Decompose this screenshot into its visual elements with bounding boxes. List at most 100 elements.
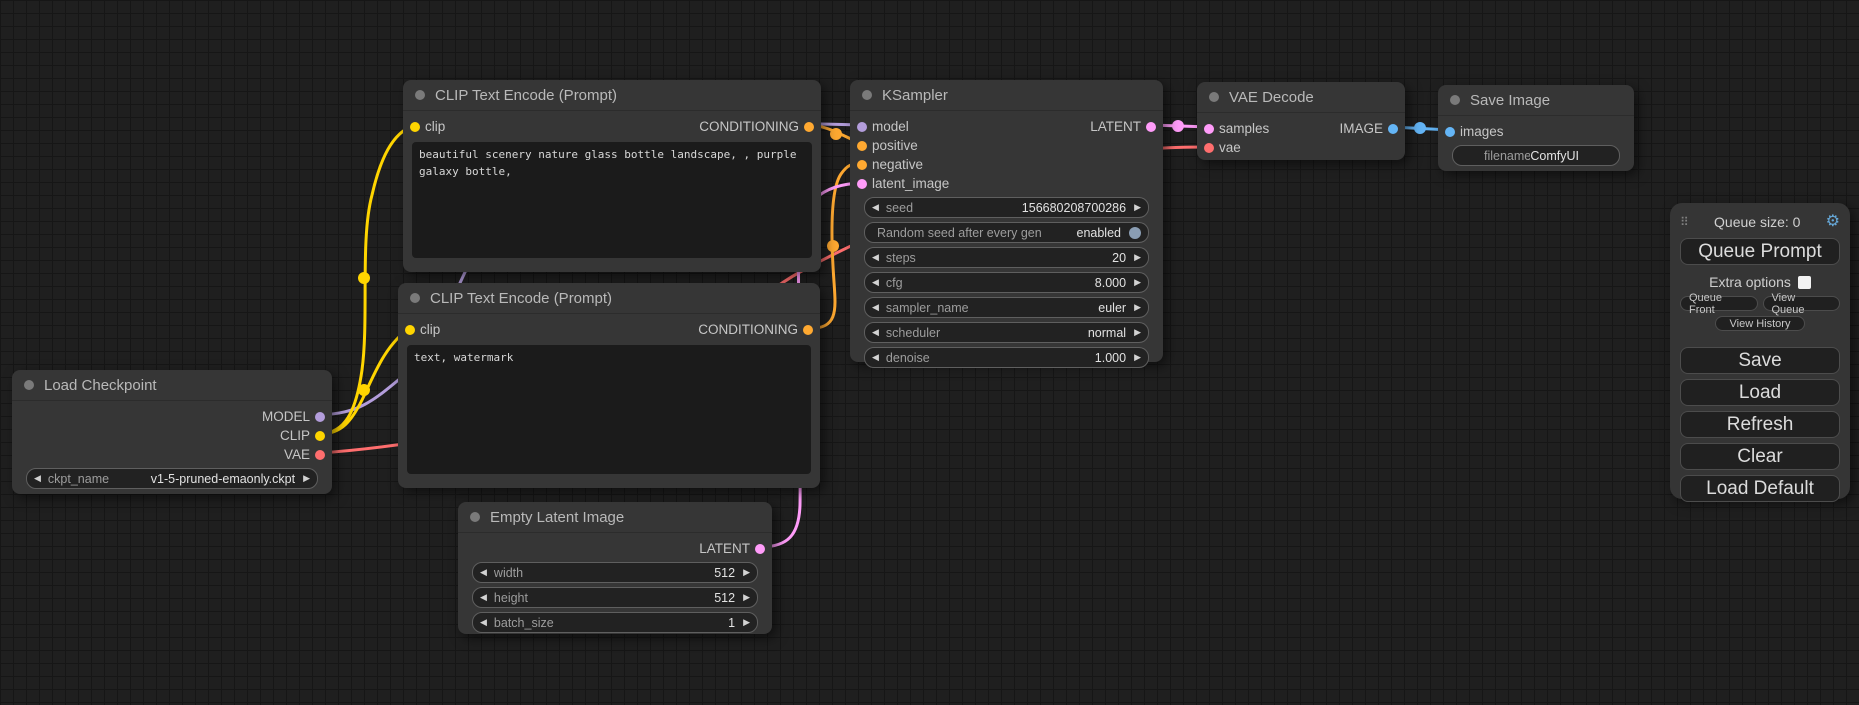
slot-label: vae bbox=[1219, 140, 1241, 155]
positive-input-slot[interactable] bbox=[857, 141, 867, 151]
queue-size-label: Queue size: 0 bbox=[1689, 214, 1826, 230]
images-input-slot[interactable] bbox=[1445, 127, 1455, 137]
conditioning-output-slot[interactable] bbox=[804, 122, 814, 132]
batch-size-widget[interactable]: ◀ batch_size 1 ▶ bbox=[472, 612, 758, 633]
increment-icon[interactable]: ▶ bbox=[1134, 328, 1141, 337]
node-canvas[interactable]: CLIP Text Encode (Prompt) clip CONDITION… bbox=[0, 0, 1859, 705]
increment-icon[interactable]: ▶ bbox=[303, 474, 310, 483]
decrement-icon[interactable]: ◀ bbox=[872, 353, 879, 362]
slot-label: LATENT bbox=[1090, 119, 1141, 134]
collapse-dot-icon[interactable] bbox=[862, 90, 872, 100]
clip-output-slot[interactable] bbox=[315, 431, 325, 441]
model-input-slot[interactable] bbox=[857, 122, 867, 132]
increment-icon[interactable]: ▶ bbox=[743, 568, 750, 577]
scheduler-widget[interactable]: ◀ scheduler normal ▶ bbox=[864, 322, 1149, 343]
settings-gear-icon[interactable]: ⚙ bbox=[1826, 214, 1840, 230]
increment-icon[interactable]: ▶ bbox=[743, 618, 750, 627]
decrement-icon[interactable]: ◀ bbox=[872, 203, 879, 212]
collapse-dot-icon[interactable] bbox=[470, 512, 480, 522]
conditioning-output-slot[interactable] bbox=[803, 325, 813, 335]
decrement-icon[interactable]: ◀ bbox=[872, 328, 879, 337]
refresh-button[interactable]: Refresh bbox=[1680, 411, 1840, 438]
width-widget[interactable]: ◀ width 512 ▶ bbox=[472, 562, 758, 583]
node-title: KSampler bbox=[882, 87, 948, 104]
increment-icon[interactable]: ▶ bbox=[1134, 278, 1141, 287]
latent-image-input-slot[interactable] bbox=[857, 179, 867, 189]
drag-handle-icon[interactable]: ⠿ bbox=[1680, 215, 1689, 229]
vae-input-slot[interactable] bbox=[1204, 143, 1214, 153]
link-midpoint-dot[interactable] bbox=[1172, 120, 1184, 132]
collapse-dot-icon[interactable] bbox=[415, 90, 425, 100]
slot-label: MODEL bbox=[262, 409, 310, 424]
clip-input-slot[interactable] bbox=[410, 122, 420, 132]
collapse-dot-icon[interactable] bbox=[410, 293, 420, 303]
ckpt-name-widget[interactable]: ◀ ckpt_name v1-5-pruned-emaonly.ckpt ▶ bbox=[26, 468, 318, 489]
decrement-icon[interactable]: ◀ bbox=[480, 618, 487, 627]
node-title-bar[interactable]: KSampler bbox=[850, 80, 1163, 111]
cfg-widget[interactable]: ◀ cfg 8.000 ▶ bbox=[864, 272, 1149, 293]
decrement-icon[interactable]: ◀ bbox=[872, 253, 879, 262]
queue-prompt-button[interactable]: Queue Prompt bbox=[1680, 238, 1840, 265]
slot-label: CONDITIONING bbox=[698, 322, 798, 337]
height-widget[interactable]: ◀ height 512 ▶ bbox=[472, 587, 758, 608]
increment-icon[interactable]: ▶ bbox=[1134, 303, 1141, 312]
random-seed-toggle-widget[interactable]: Random seed after every gen enabled bbox=[864, 222, 1149, 243]
node-title-bar[interactable]: VAE Decode bbox=[1197, 82, 1405, 113]
slot-label: clip bbox=[425, 119, 445, 134]
slot-label: LATENT bbox=[699, 541, 750, 556]
node-title-bar[interactable]: CLIP Text Encode (Prompt) bbox=[403, 80, 821, 111]
node-title-bar[interactable]: Empty Latent Image bbox=[458, 502, 772, 533]
increment-icon[interactable]: ▶ bbox=[1134, 203, 1141, 212]
increment-icon[interactable]: ▶ bbox=[1134, 353, 1141, 362]
image-output-slot[interactable] bbox=[1388, 124, 1398, 134]
node-empty-latent-image: Empty Latent Image LATENT ◀ width 512 ▶ … bbox=[458, 502, 772, 634]
vae-output-slot[interactable] bbox=[315, 450, 325, 460]
sampler-name-widget[interactable]: ◀ sampler_name euler ▶ bbox=[864, 297, 1149, 318]
save-button[interactable]: Save bbox=[1680, 347, 1840, 374]
negative-input-slot[interactable] bbox=[857, 160, 867, 170]
decrement-icon[interactable]: ◀ bbox=[34, 474, 41, 483]
toggle-knob-icon[interactable] bbox=[1129, 227, 1141, 239]
collapse-dot-icon[interactable] bbox=[1450, 95, 1460, 105]
collapse-dot-icon[interactable] bbox=[1209, 92, 1219, 102]
link-midpoint-dot[interactable] bbox=[358, 272, 370, 284]
node-title-bar[interactable]: Save Image bbox=[1438, 85, 1634, 116]
clip-input-slot[interactable] bbox=[405, 325, 415, 335]
decrement-icon[interactable]: ◀ bbox=[872, 278, 879, 287]
steps-widget[interactable]: ◀ steps 20 ▶ bbox=[864, 247, 1149, 268]
link-midpoint-dot[interactable] bbox=[1414, 122, 1426, 134]
latent-output-slot[interactable] bbox=[1146, 122, 1156, 132]
latent-output-slot[interactable] bbox=[755, 544, 765, 554]
slot-label: CLIP bbox=[280, 428, 310, 443]
prompt-text-area[interactable]: beautiful scenery nature glass bottle la… bbox=[412, 142, 812, 258]
increment-icon[interactable]: ▶ bbox=[743, 593, 750, 602]
load-button[interactable]: Load bbox=[1680, 379, 1840, 406]
prompt-text-area[interactable]: text, watermark bbox=[407, 345, 811, 474]
increment-icon[interactable]: ▶ bbox=[1134, 253, 1141, 262]
clear-button[interactable]: Clear bbox=[1680, 443, 1840, 470]
decrement-icon[interactable]: ◀ bbox=[872, 303, 879, 312]
node-title-bar[interactable]: CLIP Text Encode (Prompt) bbox=[398, 283, 820, 314]
node-clip-text-encode-positive: CLIP Text Encode (Prompt) clip CONDITION… bbox=[403, 80, 821, 272]
extra-options-checkbox[interactable] bbox=[1798, 276, 1811, 289]
node-title: Save Image bbox=[1470, 92, 1550, 109]
view-queue-button[interactable]: View Queue bbox=[1763, 296, 1841, 311]
seed-widget[interactable]: ◀ seed 156680208700286 ▶ bbox=[864, 197, 1149, 218]
queue-front-button[interactable]: Queue Front bbox=[1680, 296, 1758, 311]
load-default-button[interactable]: Load Default bbox=[1680, 475, 1840, 502]
filename-prefix-widget[interactable]: filename_prefix ComfyUI bbox=[1452, 145, 1620, 166]
view-history-button[interactable]: View History bbox=[1715, 316, 1805, 331]
model-output-slot[interactable] bbox=[315, 412, 325, 422]
decrement-icon[interactable]: ◀ bbox=[480, 568, 487, 577]
link-midpoint-dot[interactable] bbox=[830, 128, 842, 140]
slot-label: images bbox=[1460, 124, 1504, 139]
slot-label: positive bbox=[872, 138, 918, 153]
denoise-widget[interactable]: ◀ denoise 1.000 ▶ bbox=[864, 347, 1149, 368]
collapse-dot-icon[interactable] bbox=[24, 380, 34, 390]
decrement-icon[interactable]: ◀ bbox=[480, 593, 487, 602]
link-midpoint-dot[interactable] bbox=[827, 240, 839, 252]
slot-label: CONDITIONING bbox=[699, 119, 799, 134]
link-midpoint-dot[interactable] bbox=[358, 384, 370, 396]
node-title-bar[interactable]: Load Checkpoint bbox=[12, 370, 332, 401]
samples-input-slot[interactable] bbox=[1204, 124, 1214, 134]
